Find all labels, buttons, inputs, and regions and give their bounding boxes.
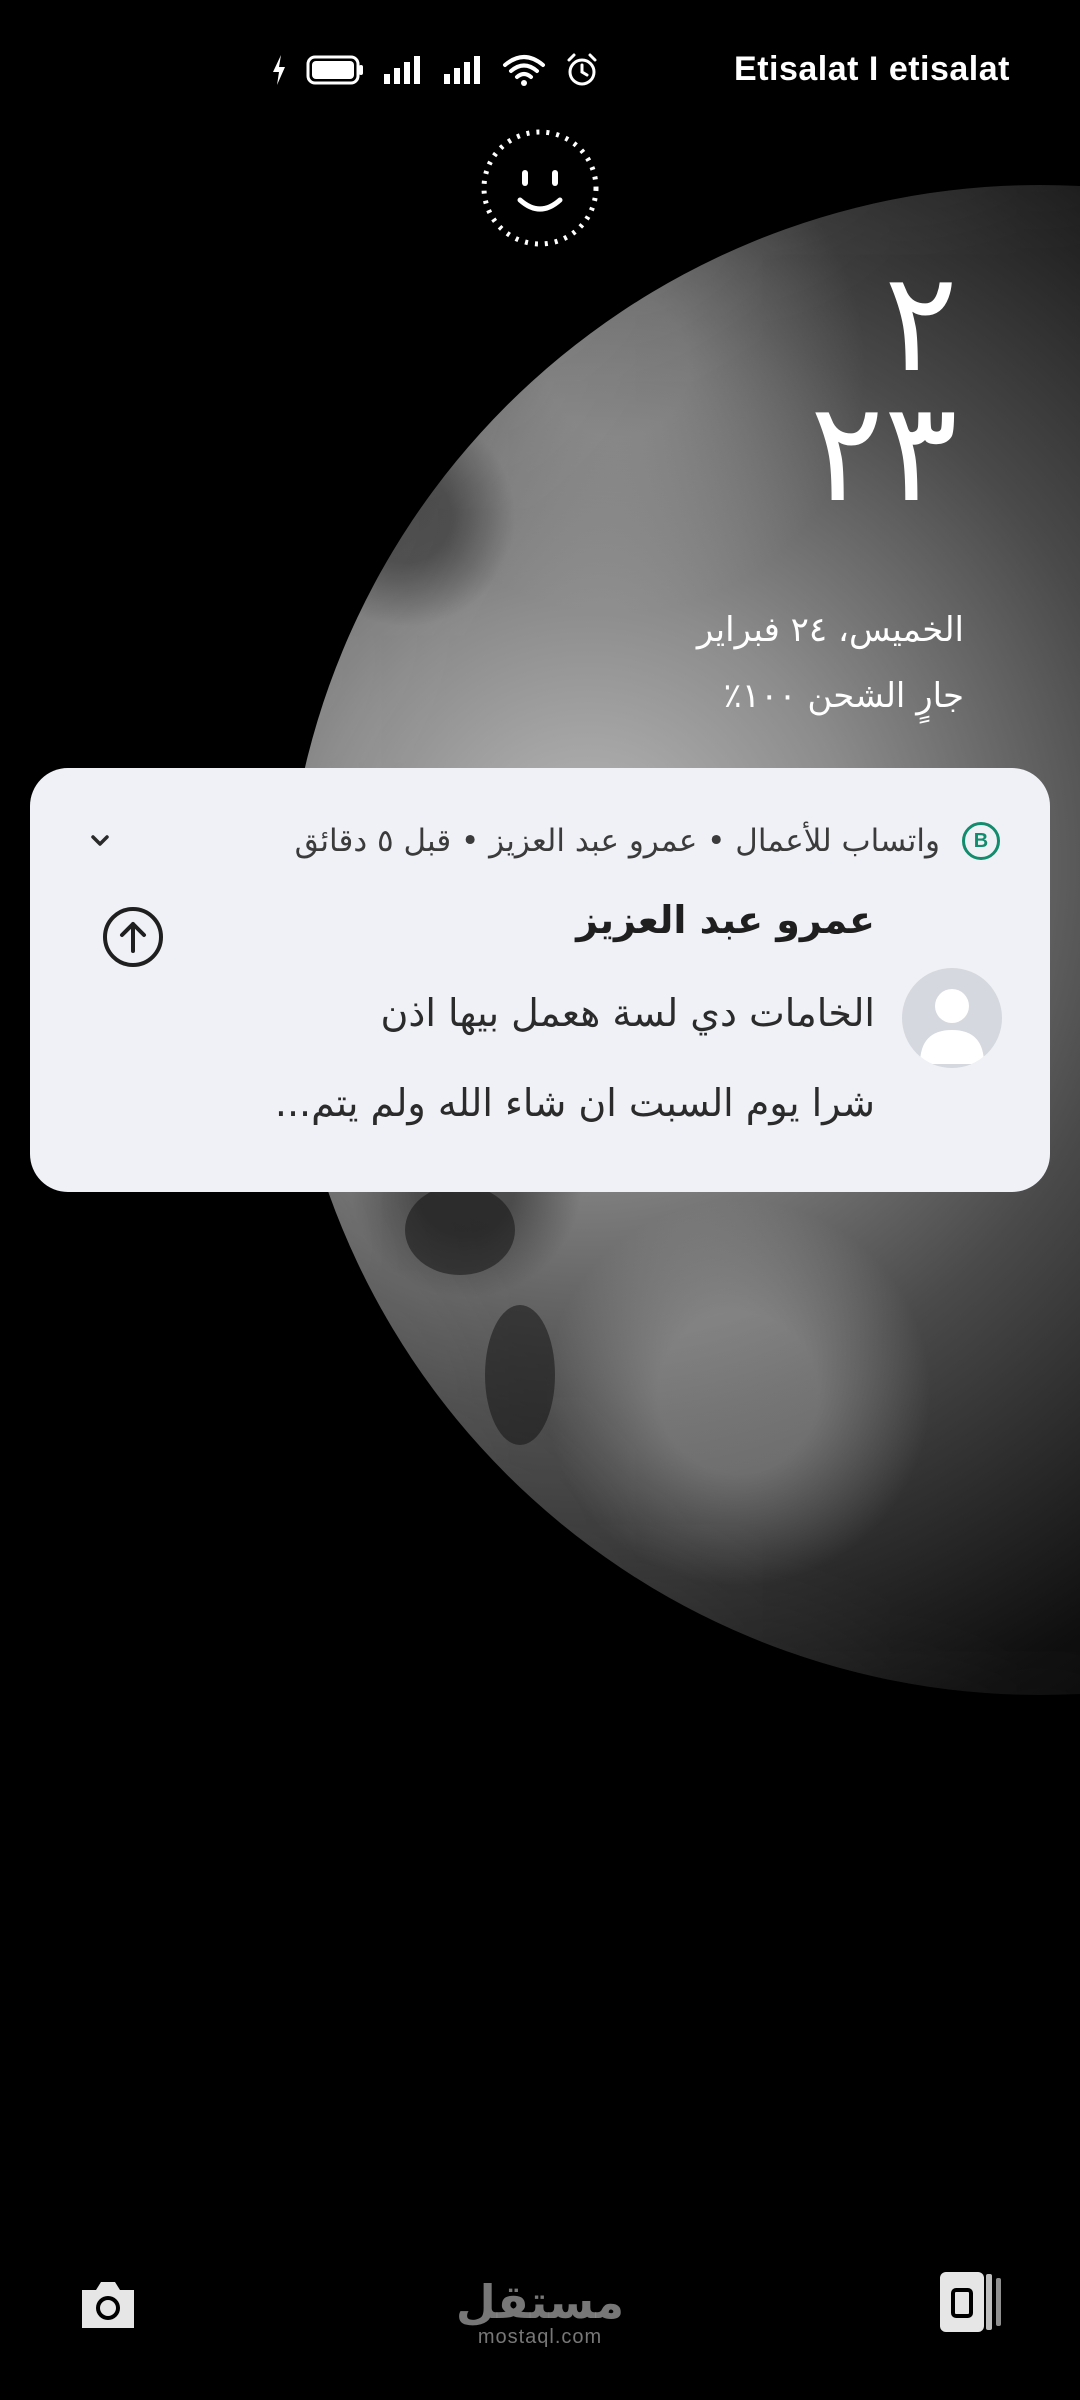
lock-clock: ٢ ٢٣	[809, 242, 958, 533]
avatar	[902, 968, 1002, 1068]
charging-icon	[273, 55, 285, 85]
wallet-icon[interactable]	[936, 2268, 1006, 2336]
notification-header: B واتساب للأعمال • عمرو عبد العزيز • قبل…	[80, 816, 1000, 866]
lock-screen: Etisalat I etisalat ٢ ٢٣ الخميس، ٢٤ فبرا…	[0, 0, 1080, 2400]
carrier-name: Etisalat I etisalat	[734, 50, 1010, 88]
alarm-icon	[567, 53, 597, 86]
person-icon	[920, 989, 984, 1064]
watermark: مستقل mostaql.com	[440, 2278, 640, 2348]
camera-icon[interactable]	[76, 2272, 140, 2336]
clock-minute: ٢٣	[809, 372, 958, 533]
wifi-icon	[503, 55, 545, 86]
watermark-url: mostaql.com	[477, 2326, 603, 2348]
status-icons	[270, 52, 600, 88]
message-line-2: شرا يوم السبت ان شاء الله ولم يتم...	[274, 1081, 875, 1125]
signal-icon	[444, 56, 480, 84]
face-unlock-icon[interactable]	[478, 126, 602, 250]
clock-hour: ٢	[883, 242, 958, 403]
signal-icon	[384, 56, 420, 84]
whatsapp-business-icon: B	[962, 822, 1000, 860]
battery-icon	[306, 55, 363, 85]
notification-sender: عمرو عبد العزيز	[576, 898, 875, 942]
notification-card[interactable]: B واتساب للأعمال • عمرو عبد العزيز • قبل…	[30, 768, 1050, 1192]
reply-arrow-icon[interactable]	[102, 906, 164, 968]
message-line-1: الخامات دي لسة هعمل بيها اذن	[380, 991, 875, 1035]
charging-status: جارٍ الشحن ١٠٠٪	[723, 676, 964, 716]
notification-meta: واتساب للأعمال • عمرو عبد العزيز • قبل ٥…	[294, 823, 940, 859]
chevron-down-icon[interactable]	[80, 821, 120, 861]
notification-message: الخامات دي لسة هعمل بيها اذن شرا يوم الس…	[175, 968, 875, 1148]
watermark-arabic: مستقل	[455, 2275, 625, 2329]
lock-date: الخميس، ٢٤ فبراير	[696, 610, 964, 650]
status-bar: Etisalat I etisalat	[0, 40, 1080, 104]
